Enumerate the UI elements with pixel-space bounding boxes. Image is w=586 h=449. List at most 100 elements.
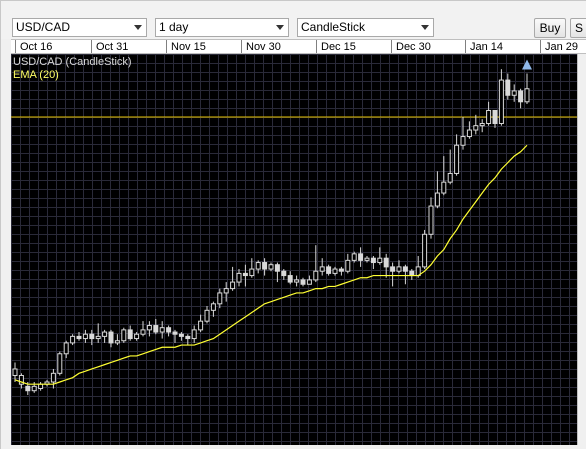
legend-ema: EMA (20) [13,69,59,81]
up-arrow-icon [522,59,532,70]
candle-body [313,270,319,281]
candle-body [268,264,274,270]
chevron-down-icon[interactable] [417,19,433,36]
candle-body [230,281,236,290]
candle-body [262,262,268,270]
candle-body [172,331,178,335]
date-tick: Oct 31 [91,40,128,53]
candle-body [390,266,396,272]
candle-body [434,192,440,207]
candle-body [409,270,415,277]
candle-body [338,268,344,272]
candle-body [178,333,184,337]
chart-legend: USD/CAD (CandleStick) EMA (20) [13,56,132,82]
chart-type-select[interactable]: CandleStick [297,18,434,37]
candle-body [505,79,511,96]
candle-body [38,383,44,390]
interval-select[interactable]: 1 day [155,18,289,37]
candle-body [294,279,300,283]
candle-body [12,368,18,376]
candle-body [191,329,197,340]
candle-body [223,288,229,294]
candle-body [364,257,370,261]
legend-series: USD/CAD (CandleStick) [13,56,132,68]
candle-body [511,90,517,96]
candle-body [428,205,434,235]
candle-body [351,253,357,261]
bottom-border [1,445,586,449]
candle-body [274,264,280,272]
price-chart[interactable]: USD/CAD (CandleStick) EMA (20) [11,54,577,445]
interval-value: 1 day [159,20,189,34]
date-tick: Jan 14 [465,40,503,53]
candle-body [486,109,492,125]
candle-body [370,257,376,264]
candle-body [236,272,242,283]
candle-body [454,144,460,174]
date-tick: Nov 15 [166,40,206,53]
candle-body [492,109,498,125]
candle-body [518,90,524,103]
candle-body [63,342,69,355]
candle-body [524,88,530,103]
candle-body [396,266,402,272]
candle-body [25,385,31,392]
candle-body [402,266,408,272]
candle-body [306,279,312,285]
candlestick-chart[interactable] [11,54,577,445]
trading-chart-window: USD/CAD 1 day CandleStick Buy S Oct 16 O… [0,0,586,449]
chevron-down-icon[interactable] [130,19,146,36]
candle-body [242,272,248,277]
candle-body [249,268,255,277]
chart-type-value: CandleStick [301,20,366,34]
toolbar: USD/CAD 1 day CandleStick Buy S [1,1,586,39]
candle-body [121,329,127,342]
candle-body [70,335,76,344]
candle-body [377,257,383,264]
symbol-select[interactable]: USD/CAD [12,18,147,37]
candle-body [498,79,504,125]
candle-body [441,181,447,194]
candle-body [76,335,82,340]
sell-button[interactable]: S [570,18,586,38]
candle-body [153,325,159,333]
candle-body [422,233,428,268]
candle-body [146,325,152,331]
price-scale [577,54,586,445]
candle-body [185,335,191,340]
candle-body [31,385,37,392]
candle-body [473,125,479,131]
date-axis: Oct 16 Oct 31 Nov 15 Nov 30 Dec 15 Dec 3… [11,39,586,54]
date-tick: Dec 30 [391,40,431,53]
date-tick: Nov 30 [241,40,281,53]
candle-body [108,331,114,344]
candle-body [166,327,172,333]
candle-body [358,253,364,261]
candle-body [102,331,108,337]
candle-body [140,329,146,335]
candle-body [217,292,223,305]
candle-body [159,327,165,333]
candle-body [134,333,140,340]
candle-body [479,123,485,127]
candle-body [332,268,338,274]
buy-button[interactable]: Buy [534,18,566,38]
candle-body [89,333,95,340]
candle-body [198,320,204,331]
candle-body [210,303,216,311]
candle-body [466,129,472,138]
candle-body [447,172,453,183]
chevron-down-icon[interactable] [272,19,288,36]
candle-body [300,279,306,285]
candle-body [114,340,120,344]
candle-body [204,309,210,322]
symbol-value: USD/CAD [16,20,71,34]
date-tick: Dec 15 [316,40,356,53]
candle-body [82,333,88,340]
candle-body [281,270,287,277]
candle-body [255,262,261,270]
candle-body [345,259,351,272]
candle-body [460,136,466,146]
candle-body [383,257,389,268]
candle-body [287,275,293,283]
